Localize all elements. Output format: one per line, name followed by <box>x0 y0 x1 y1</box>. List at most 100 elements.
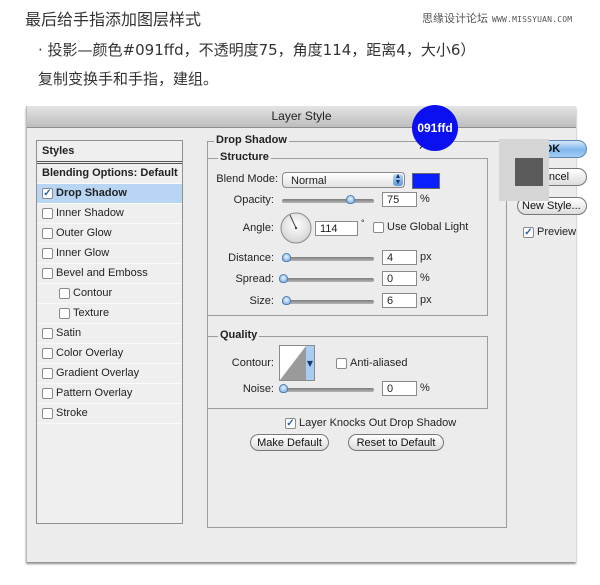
noise-slider[interactable] <box>279 384 374 393</box>
styles-list-header[interactable]: Styles <box>37 141 182 164</box>
style-item-label: Gradient Overlay <box>56 367 140 379</box>
size-unit: px <box>420 294 432 306</box>
layer-knocks-out-label: Layer Knocks Out Drop Shadow <box>299 417 457 429</box>
make-default-button[interactable]: Make Default <box>250 434 329 451</box>
pattern-overlay-checkbox[interactable] <box>42 388 53 399</box>
drop-shadow-checkbox[interactable]: ✓ <box>42 188 53 199</box>
style-item-satin[interactable]: Satin <box>37 324 182 344</box>
style-preview-swatch <box>515 158 543 186</box>
angle-input[interactable]: 114 <box>315 221 358 236</box>
layer-style-dialog: Layer Style Styles Blending Options: Def… <box>26 106 587 562</box>
layer-knocks-out[interactable]: ✓ Layer Knocks Out Drop Shadow <box>285 417 456 429</box>
preview-toggle[interactable]: ✓ Preview <box>523 226 576 238</box>
spread-input[interactable]: 0 <box>382 271 417 286</box>
texture-checkbox[interactable] <box>59 308 70 319</box>
blend-mode-select[interactable]: Normal ▲ ▼ <box>282 172 405 188</box>
distance-slider[interactable] <box>282 253 374 262</box>
opacity-unit: % <box>420 193 430 205</box>
style-item-label: Outer Glow <box>56 227 112 239</box>
dialog-titlebar[interactable]: Layer Style <box>27 106 576 128</box>
angle-dial[interactable] <box>279 211 313 245</box>
noise-label: Noise: <box>242 383 274 395</box>
spread-unit: % <box>420 272 430 284</box>
spread-slider[interactable] <box>279 274 374 283</box>
watermark-name: 思缘设计论坛 <box>422 12 488 25</box>
contour-dropdown-icon: ▼ <box>307 359 314 368</box>
opacity-slider[interactable] <box>282 195 374 204</box>
style-item-drop-shadow[interactable]: ✓ Drop Shadow <box>37 184 182 204</box>
style-item-inner-glow[interactable]: Inner Glow <box>37 244 182 264</box>
angle-label: Angle: <box>242 222 274 234</box>
style-item-label: Drop Shadow <box>56 187 127 199</box>
style-item-outer-glow[interactable]: Outer Glow <box>37 224 182 244</box>
watermark-url: WWW.MISSYUAN.COM <box>492 15 573 24</box>
satin-checkbox[interactable] <box>42 328 53 339</box>
style-item-label: Inner Shadow <box>56 207 124 219</box>
use-global-light-label: Use Global Light <box>387 221 469 233</box>
use-global-light[interactable]: Use Global Light <box>373 221 468 233</box>
preview-label: Preview <box>537 226 577 238</box>
contour-picker[interactable]: ▼ <box>279 345 315 381</box>
distance-unit: px <box>420 251 432 263</box>
structure-group: Structure Blend Mode: Normal ▲ ▼ Opacity:… <box>207 151 488 316</box>
style-item-label: Stroke <box>56 407 88 419</box>
contour-checkbox[interactable] <box>59 288 70 299</box>
quality-title: Quality <box>218 329 260 341</box>
note-line-2: 复制变换手和手指，建组。 <box>38 70 219 88</box>
anti-aliased-label: Anti-aliased <box>350 357 408 369</box>
style-item-pattern-overlay[interactable]: Pattern Overlay <box>37 384 182 404</box>
noise-slider-thumb[interactable] <box>279 384 288 393</box>
color-callout-badge: 091ffd <box>412 105 458 151</box>
style-item-blending-options[interactable]: Blending Options: Default <box>37 164 182 184</box>
opacity-label: Opacity: <box>233 194 274 206</box>
opacity-slider-thumb[interactable] <box>346 195 355 204</box>
spread-label: Spread: <box>235 273 274 285</box>
reset-to-default-button[interactable]: Reset to Default <box>348 434 444 451</box>
preview-checkbox[interactable]: ✓ <box>523 226 534 238</box>
gradient-overlay-checkbox[interactable] <box>42 368 53 379</box>
style-item-contour[interactable]: Contour <box>37 284 182 304</box>
shadow-color-swatch[interactable] <box>412 173 440 189</box>
size-slider[interactable] <box>282 296 374 305</box>
style-item-color-overlay[interactable]: Color Overlay <box>37 344 182 364</box>
style-item-texture[interactable]: Texture <box>37 304 182 324</box>
style-item-stroke[interactable]: Stroke <box>37 404 182 424</box>
select-arrows-icon: ▲ ▼ <box>393 173 403 186</box>
bevel-emboss-checkbox[interactable] <box>42 268 53 279</box>
style-item-label: Blending Options: Default <box>42 167 178 179</box>
drop-shadow-panel: Drop Shadow Structure Blend Mode: Normal… <box>207 134 507 528</box>
styles-list: Styles Blending Options: Default ✓ Drop … <box>36 140 183 524</box>
noise-input[interactable]: 0 <box>382 381 417 396</box>
distance-slider-thumb[interactable] <box>282 253 291 262</box>
use-global-light-checkbox[interactable] <box>373 221 384 233</box>
anti-aliased[interactable]: Anti-aliased <box>336 357 407 369</box>
blend-mode-label: Blend Mode: <box>216 173 278 185</box>
stroke-checkbox[interactable] <box>42 408 53 419</box>
distance-input[interactable]: 4 <box>382 250 417 265</box>
quality-group: Quality Contour: ▼ Anti-aliased Noise: 0… <box>207 329 488 409</box>
layer-knocks-out-checkbox[interactable]: ✓ <box>285 417 296 429</box>
size-input[interactable]: 6 <box>382 293 417 308</box>
note-line-1: · 投影—颜色#091ffd，不透明度75，角度114，距离4，大小6） <box>38 41 476 59</box>
contour-label: Contour: <box>231 357 274 369</box>
style-item-label: Satin <box>56 327 82 339</box>
outer-glow-checkbox[interactable] <box>42 228 53 239</box>
style-item-label: Inner Glow <box>56 247 110 259</box>
angle-unit: ° <box>361 218 365 228</box>
style-item-label: Color Overlay <box>56 347 124 359</box>
anti-aliased-checkbox[interactable] <box>336 357 347 369</box>
size-slider-thumb[interactable] <box>282 296 291 305</box>
style-item-label: Bevel and Emboss <box>56 267 148 279</box>
style-item-label: Pattern Overlay <box>56 387 133 399</box>
opacity-input[interactable]: 75 <box>382 192 417 207</box>
style-item-inner-shadow[interactable]: Inner Shadow <box>37 204 182 224</box>
structure-title: Structure <box>218 151 271 163</box>
inner-shadow-checkbox[interactable] <box>42 208 53 219</box>
style-item-bevel-emboss[interactable]: Bevel and Emboss <box>37 264 182 284</box>
color-overlay-checkbox[interactable] <box>42 348 53 359</box>
drop-shadow-title: Drop Shadow <box>214 134 289 146</box>
inner-glow-checkbox[interactable] <box>42 248 53 259</box>
style-item-gradient-overlay[interactable]: Gradient Overlay <box>37 364 182 384</box>
distance-label: Distance: <box>228 252 274 264</box>
spread-slider-thumb[interactable] <box>279 274 288 283</box>
